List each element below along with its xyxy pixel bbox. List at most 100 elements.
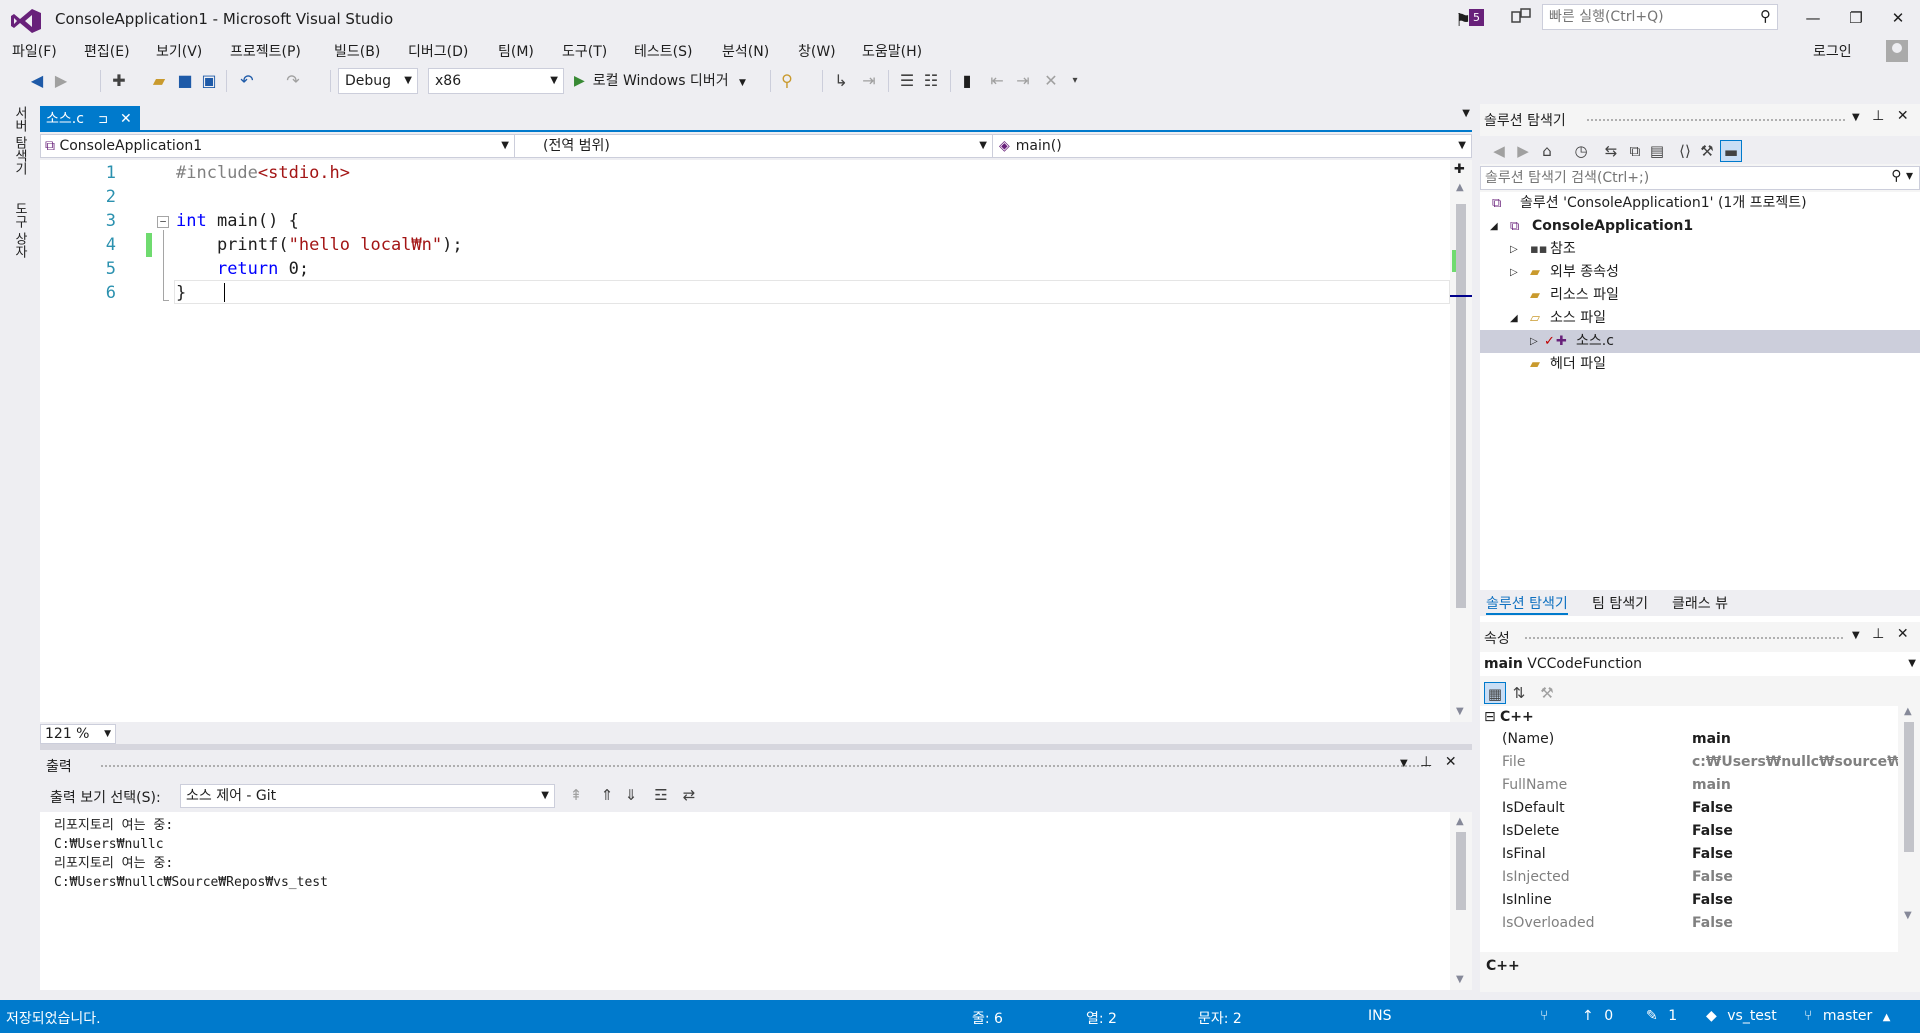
code-editor[interactable]: 1 #include<stdio.h> 2 3 int main() {4 printf… [40, 160, 1472, 722]
menu-build[interactable]: 빌드(B) [334, 41, 380, 61]
pane-grip[interactable] [100, 764, 1430, 768]
code-line[interactable]: 4 printf("hello local₩n"); [40, 233, 1450, 257]
search-icon[interactable]: ⚲ ▾ [1891, 168, 1913, 184]
toolbar-overflow-icon[interactable]: ▾ [1064, 70, 1086, 92]
scroll-down-icon[interactable]: ▼ [1456, 706, 1464, 717]
uncomment-lines-icon[interactable]: ☷ [920, 70, 942, 92]
property-pages-wrench-icon[interactable]: ⚒ [1536, 682, 1558, 704]
menu-edit[interactable]: 편집(E) [84, 41, 130, 61]
solution-explorer-search[interactable]: ⚲ ▾ [1480, 166, 1920, 190]
solution-platform-dropdown[interactable]: x86 ▼ [428, 68, 564, 94]
property-row[interactable]: IsDelete False [1480, 820, 1898, 843]
project-dropdown[interactable]: ⧉ ConsoleApplication1 ▼ [41, 135, 515, 157]
repository-button[interactable]: ◆ vs_test [1706, 1008, 1777, 1024]
close-icon[interactable]: ✕ [1445, 754, 1457, 770]
new-project-icon[interactable]: ✚ [108, 70, 130, 92]
step-into-icon[interactable]: ↳ [830, 70, 852, 92]
close-icon[interactable]: ✕ [120, 106, 132, 132]
properties-wrench-icon[interactable]: ⚒ [1696, 140, 1718, 162]
tree-item-references[interactable]: ▷ ▪▪ 참조 [1480, 238, 1920, 261]
step-over-icon[interactable]: ⇥ [858, 70, 880, 92]
property-value[interactable]: False [1692, 912, 1898, 935]
start-debugging-button[interactable]: ▶ 로컬 Windows 디버거 ▼ [574, 68, 746, 94]
close-window-button[interactable]: ✕ [1878, 4, 1918, 32]
quick-launch-box[interactable]: ⚲ [1542, 4, 1778, 30]
pin-icon[interactable]: ⊥ [1420, 754, 1432, 770]
solution-configuration-dropdown[interactable]: Debug ▼ [338, 68, 418, 94]
previous-message-icon[interactable]: ⇑ [596, 786, 618, 804]
forward-icon[interactable]: ▶ [1512, 140, 1534, 162]
code-line[interactable]: 1 #include<stdio.h> [40, 161, 1450, 185]
scroll-down-icon[interactable]: ▼ [1456, 974, 1464, 985]
split-window-icon[interactable]: ✚ [1454, 162, 1465, 177]
pin-icon[interactable]: ⊥ [1872, 626, 1884, 642]
find-message-icon[interactable]: ⇞ [565, 786, 587, 804]
property-value[interactable]: False [1692, 797, 1898, 820]
menu-file[interactable]: 파일(F) [12, 41, 57, 61]
avatar[interactable] [1886, 40, 1908, 62]
navigate-forward-icon[interactable]: ▶ [50, 70, 72, 92]
next-bookmark-icon[interactable]: ⇥ [1012, 70, 1034, 92]
solution-explorer-search-input[interactable] [1481, 167, 1861, 189]
property-value[interactable]: c:₩Users₩nullc₩source₩repos [1692, 751, 1898, 774]
menu-analyze[interactable]: 분석(N) [722, 41, 769, 61]
tree-item-header-files[interactable]: ▰ 헤더 파일 [1480, 353, 1920, 376]
undo-icon[interactable]: ↶ [236, 70, 258, 92]
tab-overflow-chevron-icon[interactable]: ▼ [1462, 108, 1470, 119]
pin-icon[interactable]: ⊥ [1872, 108, 1884, 124]
previous-bookmark-icon[interactable]: ⇤ [986, 70, 1008, 92]
menu-tools[interactable]: 도구(T) [562, 41, 607, 61]
open-file-icon[interactable]: ▰ [148, 70, 170, 92]
expanded-triangle-icon[interactable]: ◢ [1510, 307, 1518, 330]
property-row[interactable]: IsInjected False [1480, 866, 1898, 889]
save-all-icon[interactable]: ▣ [198, 70, 220, 92]
sync-with-document-icon[interactable]: ⇆ [1600, 140, 1622, 162]
save-icon[interactable]: ■ [174, 70, 196, 92]
collapsed-triangle-icon[interactable]: ▷ [1530, 330, 1538, 353]
close-icon[interactable]: ✕ [1897, 108, 1909, 124]
next-message-icon[interactable]: ⇓ [620, 786, 642, 804]
property-row[interactable]: IsInline False [1480, 889, 1898, 912]
output-vertical-scrollbar[interactable]: ▲ ▼ [1450, 812, 1472, 990]
pane-grip[interactable] [1524, 636, 1844, 640]
view-code-icon[interactable]: ⟨⟩ [1674, 140, 1696, 162]
scroll-up-icon[interactable]: ▲ [1456, 816, 1464, 827]
code-line[interactable]: 3 int main() { [40, 209, 1450, 233]
collapse-all-icon[interactable]: ⧉ [1624, 140, 1646, 162]
menu-project[interactable]: 프로젝트(P) [230, 41, 301, 61]
feedback-icon[interactable] [1510, 6, 1532, 28]
property-row[interactable]: (Name) main [1480, 728, 1898, 751]
expanded-triangle-icon[interactable]: ◢ [1490, 215, 1498, 238]
tree-item-source-c[interactable]: ▷ ✓ ✚ 소스.c [1480, 330, 1920, 353]
window-options-chevron-icon[interactable]: ▼ [1400, 758, 1408, 769]
menu-view[interactable]: 보기(V) [156, 41, 202, 61]
toggle-word-wrap-icon[interactable]: ⇄ [678, 786, 700, 804]
clear-bookmarks-icon[interactable]: ✕ [1040, 70, 1062, 92]
code-line[interactable]: 5 return 0; [40, 257, 1450, 281]
zoom-dropdown[interactable]: 121 % ▼ [40, 724, 116, 744]
branch-button[interactable]: ⑂ master ▲ [1804, 1008, 1890, 1024]
bookmark-icon[interactable]: ▮ [956, 70, 978, 92]
pending-changes-filter-icon[interactable]: ◷ [1570, 140, 1592, 162]
side-tab-server-explorer[interactable]: 서버 탐색기 [10, 106, 29, 175]
collapsed-triangle-icon[interactable]: ▷ [1510, 261, 1518, 284]
member-dropdown[interactable]: ◈ main() ▼ [995, 135, 1471, 157]
restore-button[interactable]: ❐ [1836, 4, 1876, 32]
home-icon[interactable]: ⌂ [1536, 140, 1558, 162]
redo-icon[interactable]: ↷ [282, 70, 304, 92]
property-row[interactable]: IsOverloaded False [1480, 912, 1898, 935]
collapsed-triangle-icon[interactable]: ▷ [1510, 238, 1518, 261]
scroll-down-icon[interactable]: ▼ [1904, 910, 1912, 921]
tab-source-file[interactable]: 소스.c ⊐ ✕ [40, 106, 140, 132]
property-value[interactable]: False [1692, 820, 1898, 843]
quick-launch-input[interactable] [1543, 5, 1743, 29]
scroll-up-icon[interactable]: ▲ [1904, 706, 1912, 717]
property-row[interactable]: IsFinal False [1480, 843, 1898, 866]
property-row[interactable]: IsDefault False [1480, 797, 1898, 820]
tree-item-solution[interactable]: ⧉ 솔루션 'ConsoleApplication1' (1개 프로젝트) [1480, 192, 1920, 215]
properties-object-dropdown[interactable]: main VCCodeFunction ▼ [1480, 652, 1920, 676]
navigate-back-icon[interactable]: ◀ [26, 70, 48, 92]
pin-icon[interactable]: ⊐ [98, 106, 108, 132]
window-options-chevron-icon[interactable]: ▼ [1852, 630, 1860, 641]
pane-grip[interactable] [1586, 118, 1846, 122]
